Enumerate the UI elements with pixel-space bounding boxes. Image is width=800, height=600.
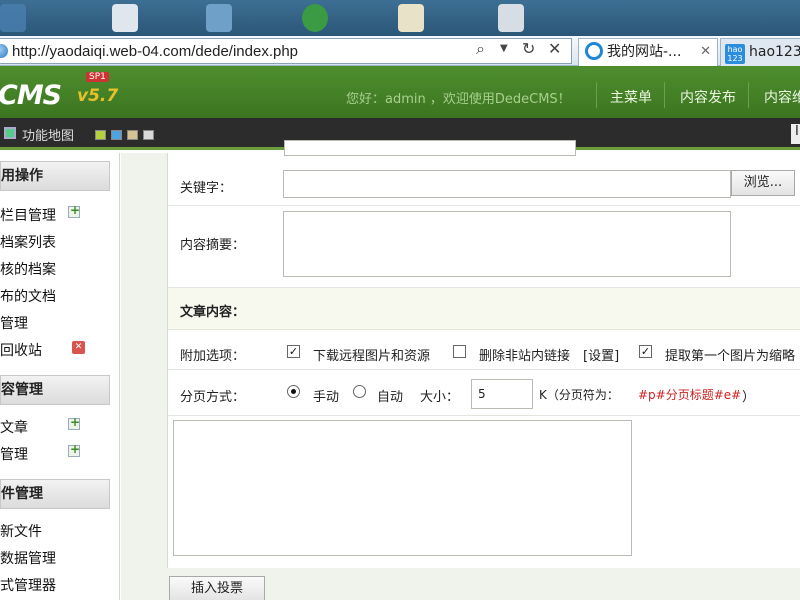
section-title: 文章内容： — [180, 305, 246, 320]
sidebar-item-manage-2[interactable]: 管理 — [0, 444, 28, 464]
sidebar-section-content[interactable]: 容管理 — [0, 375, 110, 405]
browser-tab-active[interactable]: 我的网站-... ✕ — [578, 38, 718, 66]
close-paren: ） — [742, 390, 756, 405]
nav-divider — [596, 82, 597, 108]
nav-content-maintenance[interactable]: 内容维 — [764, 87, 800, 107]
browser-tab[interactable]: hao 123 hao123 — [720, 38, 800, 66]
cms-version: v5.7 — [77, 86, 119, 106]
settings-link[interactable]: [设置] — [583, 345, 619, 364]
paging-label: 分页方式： — [180, 390, 246, 405]
remove-links-checkbox[interactable] — [453, 345, 466, 358]
download-remote-label: 下载远程图片和资源 — [313, 349, 431, 364]
thumbnail-label: 提取第一个图片为缩略 — [665, 349, 796, 364]
nav-divider — [748, 82, 749, 108]
cms-logo: CMS — [0, 80, 62, 111]
recycle-bin-icon[interactable]: ✕ — [72, 341, 85, 354]
paging-auto-label: 自动 — [377, 390, 404, 405]
browse-button[interactable]: 浏览... — [731, 170, 795, 196]
site-map-link[interactable]: 功能地图 — [22, 125, 74, 144]
nav-content-publish[interactable]: 内容发布 — [680, 87, 736, 107]
hao123-icon: hao 123 — [725, 44, 745, 64]
cms-header: CMS SP1 v5.7 您好：admin ，欢迎使用DedeCMS！ 主菜单 … — [0, 66, 800, 118]
sidebar-item-recycle[interactable]: 回收站 — [0, 340, 42, 360]
sidebar-item-pending[interactable]: 核的档案 — [0, 259, 56, 279]
desktop-icon[interactable] — [0, 4, 26, 32]
keywords-label: 关键字： — [180, 181, 233, 196]
sidebar-section-files[interactable]: 件管理 — [0, 479, 110, 509]
sidebar-item-archives[interactable]: 档案列表 — [0, 232, 56, 252]
download-remote-checkbox[interactable]: ✓ — [287, 345, 300, 358]
paging-manual-label: 手动 — [313, 390, 340, 405]
stop-icon[interactable]: ✕ — [548, 40, 561, 58]
sidebar-section-common[interactable]: 用操作 — [0, 161, 110, 191]
content-editor[interactable] — [173, 420, 632, 556]
page-size-input[interactable]: 5 — [471, 379, 533, 409]
insert-vote-button[interactable]: 插入投票 — [169, 576, 265, 600]
desktop-icon[interactable] — [398, 4, 424, 32]
paging-auto-radio[interactable] — [353, 385, 366, 398]
search-icon[interactable]: ⌕ — [476, 40, 485, 58]
remove-links-label: 删除非站内链接 — [479, 349, 571, 364]
summary-textarea[interactable] — [283, 211, 731, 277]
refresh-icon[interactable]: ↻ — [522, 40, 535, 58]
page-size-value: 5 — [478, 387, 486, 401]
close-tab-icon[interactable]: ✕ — [700, 39, 711, 65]
size-unit-label: K（分页符为： — [539, 388, 619, 402]
section-header-row — [168, 288, 800, 330]
tab-label: 我的网站-... — [607, 44, 682, 60]
ie-icon — [585, 42, 603, 60]
add-icon[interactable] — [68, 415, 80, 430]
theme-swatch-tan[interactable] — [127, 130, 138, 140]
browser-address-bar: http://yaodaiqi.web-04.com/dede/index.ph… — [0, 36, 800, 66]
url-text[interactable]: http://yaodaiqi.web-04.com/dede/index.ph… — [12, 43, 298, 60]
sidebar-item-style[interactable]: 式管理器 — [0, 575, 56, 595]
page-marker-text: #p#分页标题#e# — [638, 388, 742, 402]
welcome-text: 您好：admin ，欢迎使用DedeCMS！ — [346, 92, 571, 107]
sidebar-item-manage[interactable]: 管理 — [0, 313, 28, 333]
sidebar-item-channel[interactable]: 栏目管理 — [0, 205, 56, 225]
desktop-icon[interactable] — [206, 4, 232, 32]
sp1-badge: SP1 — [86, 72, 109, 82]
toolbar-right-button[interactable]: I — [791, 124, 800, 144]
add-icon[interactable] — [68, 442, 80, 457]
nav-main-menu[interactable]: 主菜单 — [610, 87, 652, 107]
theme-swatch-green[interactable] — [95, 130, 106, 140]
sidebar-item-published[interactable]: 布的文档 — [0, 286, 56, 306]
size-label: 大小： — [420, 390, 460, 405]
sidebar-item-new-file[interactable]: 新文件 — [0, 521, 42, 541]
options-label: 附加选项： — [180, 349, 246, 364]
desktop-icon[interactable] — [112, 4, 138, 32]
thumbnail-checkbox[interactable]: ✓ — [639, 345, 652, 358]
previous-field-bottom — [284, 140, 576, 156]
dropdown-arrow-icon[interactable]: ▼ — [500, 40, 508, 58]
site-icon — [0, 44, 8, 58]
keywords-input[interactable] — [283, 170, 731, 198]
nav-divider — [664, 82, 665, 108]
summary-label: 内容摘要： — [180, 238, 246, 253]
left-sidebar: 用操作 栏目管理 档案列表 核的档案 布的文档 管理 回收站 ✕ 容管理 文章 … — [0, 153, 120, 600]
desktop-icon[interactable] — [302, 4, 328, 32]
sidebar-item-data[interactable]: 数据管理 — [0, 548, 56, 568]
paging-manual-radio[interactable] — [287, 385, 300, 398]
theme-swatch-gray[interactable] — [143, 130, 154, 140]
site-map-icon[interactable] — [4, 127, 16, 139]
tab-label: hao123 — [749, 44, 800, 60]
theme-swatch-blue[interactable] — [111, 130, 122, 140]
url-field[interactable]: http://yaodaiqi.web-04.com/dede/index.ph… — [0, 38, 572, 64]
desktop-background — [0, 0, 800, 36]
add-icon[interactable] — [68, 203, 80, 218]
desktop-icon[interactable] — [498, 4, 524, 32]
sidebar-item-article[interactable]: 文章 — [0, 417, 28, 437]
